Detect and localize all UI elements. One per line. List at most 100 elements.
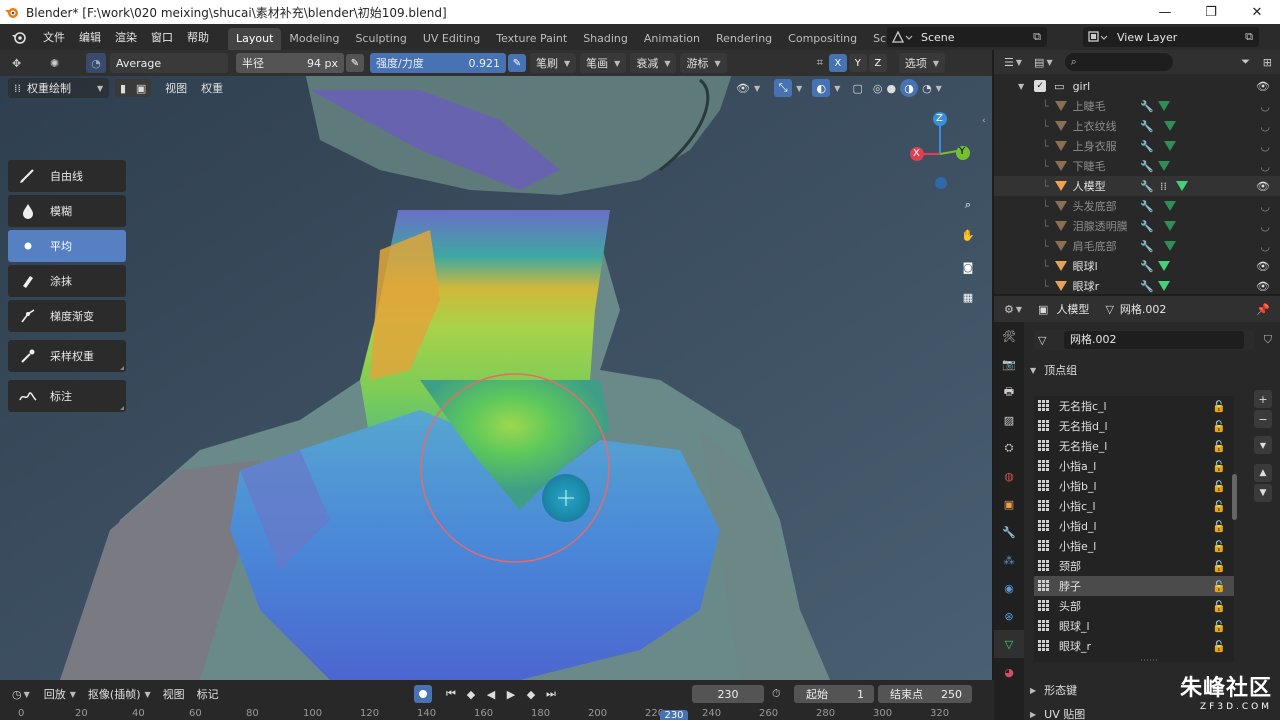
scene-selector[interactable]: Scene ⧉ (887, 27, 1047, 47)
brush-name-field[interactable]: Average (110, 53, 228, 73)
mesh-name-input[interactable]: 网格.002 (1064, 331, 1244, 349)
tab-render[interactable]: 📷 (994, 350, 1024, 378)
eye-hidden-icon[interactable]: ◡ (1260, 200, 1270, 213)
outliner-row[interactable]: └ 上身衣服 🔧 ◡ (994, 136, 1280, 156)
mirror-y-toggle[interactable]: Y (848, 54, 867, 72)
menu-file[interactable]: 文件 (36, 29, 72, 45)
lock-icon[interactable]: 🔓 (1212, 520, 1226, 533)
radius-pressure-toggle[interactable]: ✎ (346, 54, 364, 72)
outliner-row[interactable]: └ 头发底部 🔧 ◡ (994, 196, 1280, 216)
vertex-group-row[interactable]: 无名指e_l 🔓 (1034, 436, 1234, 456)
tab-constraints[interactable]: ⊛ (994, 602, 1024, 630)
stopwatch-icon[interactable]: ⏱ (772, 687, 781, 701)
tool-blur[interactable]: 模糊 (8, 195, 126, 227)
shape-keys-panel-header[interactable]: ▶ 形态键 (1030, 680, 1077, 700)
new-collection-icon[interactable]: ⊞ (1263, 56, 1272, 69)
tool-smear[interactable]: 涂抹 (8, 265, 126, 297)
outliner-search-input[interactable]: ⌕ (1064, 53, 1173, 71)
current-frame-field[interactable]: 230 (692, 685, 764, 703)
tab-sculpting[interactable]: Sculpting (347, 28, 414, 50)
lock-icon[interactable]: 🔓 (1212, 480, 1226, 493)
tab-physics[interactable]: ◉ (994, 574, 1024, 602)
brush-preview[interactable]: ◔ (86, 53, 106, 73)
outliner-editor-type-icon[interactable]: ☰ (1004, 56, 1014, 69)
frame-ruler[interactable]: 0 20 40 60 80 100 120 140 160 180 200 220 240 260 280 3… (0, 708, 994, 720)
prev-keyframe-button[interactable]: ◆ (462, 685, 480, 703)
cursor-dropdown[interactable]: 游标 ▼ (680, 53, 727, 73)
vertex-group-row[interactable]: 小指d_l 🔓 (1034, 516, 1234, 536)
lock-icon[interactable]: 🔓 (1212, 540, 1226, 553)
outliner-row[interactable]: └ 眼球l 🔧 👁 (994, 256, 1280, 276)
mode-selector[interactable]: ⁞⁞ 权重绘制 ▼ (8, 78, 110, 98)
tool-gradient[interactable]: 梯度渐变 (8, 300, 126, 332)
move-down-button[interactable]: ▼ (1254, 484, 1272, 502)
vertex-group-row[interactable]: 小指a_l 🔓 (1034, 456, 1234, 476)
eye-icon[interactable]: 👁 (1256, 280, 1270, 293)
options-dropdown[interactable]: 选项 ▼ (898, 53, 945, 73)
tab-world[interactable]: ◍ (994, 462, 1024, 490)
tab-texture-paint[interactable]: Texture Paint (488, 28, 575, 50)
play-reverse-button[interactable]: ◀ (482, 685, 500, 703)
outliner-row[interactable]: └ 眼球r 🔧 👁 (994, 276, 1280, 296)
menu-keying[interactable]: 抠像(插帧) (88, 686, 141, 702)
tab-layout[interactable]: Layout (228, 28, 282, 50)
vertex-group-row[interactable]: 小指c_l 🔓 (1034, 496, 1234, 516)
transform-toggle[interactable]: ✥ (12, 53, 32, 73)
tab-view-layer[interactable]: ▨ (994, 406, 1024, 434)
maximize-button[interactable]: ❐ (1188, 0, 1234, 24)
mirror-x-toggle[interactable]: X (828, 54, 847, 72)
start-frame-field[interactable]: 起始 1 (794, 685, 874, 703)
eye-icon[interactable]: 👁 (1256, 260, 1270, 273)
jump-end-button[interactable]: ⏭ (542, 685, 560, 703)
blender-menu-button[interactable] (8, 26, 30, 48)
tab-uv-editing[interactable]: UV Editing (415, 28, 488, 50)
tab-particles[interactable]: ⁂ (994, 546, 1024, 574)
3d-viewport[interactable]: Z X Y ⌕ ✋ ◙ ▦ ‹ 自由线 模糊 平均 涂抹 梯度渐变 采样权重 标… (0, 50, 992, 680)
add-vertex-group-button[interactable]: + (1254, 390, 1272, 408)
properties-editor-icon[interactable]: ⚙ (1004, 303, 1014, 316)
radius-slider[interactable]: 半径 94 px (236, 53, 344, 73)
tool-draw[interactable]: 自由线 (8, 160, 126, 192)
move-up-button[interactable]: ▲ (1254, 464, 1272, 482)
timeline-editor-icon[interactable]: ◷ (12, 688, 22, 701)
remove-vertex-group-button[interactable]: − (1254, 410, 1272, 428)
close-button[interactable]: ✕ (1234, 0, 1280, 24)
pan-button[interactable]: ✋ (955, 222, 981, 248)
lock-icon[interactable]: 🔓 (1212, 460, 1226, 473)
stroke-dropdown[interactable]: 笔画 ▼ (580, 53, 627, 73)
checkbox-icon[interactable]: ✓ (1034, 80, 1047, 92)
eye-hidden-icon[interactable]: ◡ (1260, 240, 1270, 253)
menu-edit[interactable]: 编辑 (72, 29, 108, 45)
mesh-datablock-field[interactable]: ▽ 网格.002 ⛉ (1034, 330, 1272, 350)
tool-sample-weight[interactable]: 采样权重 (8, 340, 126, 372)
pin-icon[interactable]: 📌 (1256, 303, 1270, 316)
menu-marker[interactable]: 标记 (197, 686, 219, 702)
lock-icon[interactable]: 🔓 (1212, 640, 1226, 653)
vertex-group-list[interactable]: 无名指c_l 🔓 无名指d_l 🔓 无名指e_l 🔓 小指a_l 🔓 小指b_l 🔓 小指c_l 🔓 小… (1034, 396, 1234, 662)
jump-start-button[interactable]: ⏮ (442, 685, 460, 703)
vertex-group-row[interactable]: 眼球_l 🔓 (1034, 616, 1234, 636)
paint-mask-toggle[interactable]: ▮ ▣ (115, 79, 152, 97)
menu-render[interactable]: 渲染 (108, 29, 144, 45)
scene-copy-icon[interactable]: ⧉ (1033, 30, 1041, 44)
menu-help[interactable]: 帮助 (180, 29, 216, 45)
lock-icon[interactable]: 🔓 (1212, 400, 1226, 413)
symmetry-icon[interactable]: ⌗ (817, 56, 823, 70)
camera-view-button[interactable]: ◙ (955, 254, 981, 280)
sidebar-toggle[interactable]: ‹ (982, 116, 986, 126)
record-button[interactable] (414, 685, 432, 703)
eye-hidden-icon[interactable]: ◡ (1260, 220, 1270, 233)
tab-material[interactable]: ◕ (994, 658, 1024, 686)
play-button[interactable]: ▶ (502, 685, 520, 703)
visibility-eye-icon[interactable]: 👁 (736, 82, 750, 95)
tab-compositing[interactable]: Compositing (780, 28, 865, 50)
view-layer-copy-icon[interactable]: ⧉ (1245, 30, 1253, 44)
perspective-toggle-button[interactable]: ▦ (955, 284, 981, 310)
list-scrollbar[interactable] (1232, 474, 1237, 520)
vertex-group-row[interactable]: 头部 🔓 (1034, 596, 1234, 616)
strength-pressure-toggle[interactable]: ✎ (508, 54, 526, 72)
eye-hidden-icon[interactable]: ◡ (1260, 160, 1270, 173)
brush-dropdown[interactable]: 笔刷 ▼ (530, 53, 577, 73)
tab-rendering[interactable]: Rendering (708, 28, 780, 50)
filter-icon[interactable]: ⏷ (1241, 55, 1250, 69)
